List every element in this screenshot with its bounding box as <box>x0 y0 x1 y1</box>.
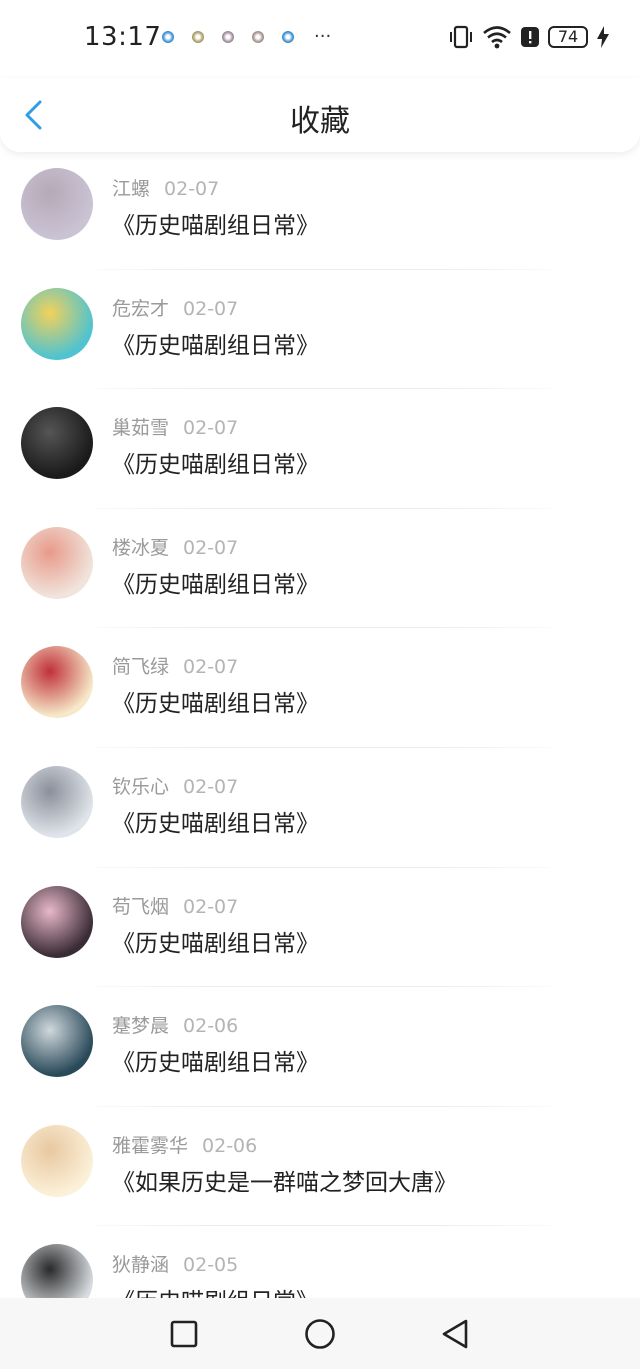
avatar[interactable] <box>21 287 93 360</box>
avatar[interactable] <box>21 885 93 958</box>
book-title[interactable]: 《历史喵剧组日常》 <box>112 445 319 479</box>
user-name: 雅霍雾华 <box>112 1134 189 1157</box>
list-item[interactable]: 蹇梦晨 02-06 《历史喵剧组日常》 <box>0 987 640 1107</box>
page-header: 收藏 <box>0 78 640 152</box>
list-item[interactable]: 狄静涵 02-05 《历史喵剧组日常》 <box>0 1226 640 1298</box>
list-item[interactable]: 钦乐心 02-07 《历史喵剧组日常》 <box>0 748 640 868</box>
item-meta: 简飞绿 02-07 <box>112 652 238 679</box>
avatar[interactable] <box>21 1124 93 1197</box>
list-item[interactable]: 巢茹雪 02-07 《历史喵剧组日常》 <box>0 389 640 509</box>
item-date: 02-07 <box>183 656 239 679</box>
avatar[interactable] <box>21 646 93 719</box>
favorites-list: 江螺 02-07 《历史喵剧组日常》 危宏才 02-07 《历史喵剧组日常》 巢茹雪 02-0… <box>0 150 640 1298</box>
item-date: 02-06 <box>183 1015 239 1038</box>
battery-icon: 74 <box>548 26 588 48</box>
avatar[interactable] <box>21 407 93 480</box>
page-title: 收藏 <box>290 104 350 139</box>
item-meta: 巢茹雪 02-07 <box>112 413 238 440</box>
item-date: 02-07 <box>183 775 239 798</box>
system-icons: 74 <box>448 24 610 50</box>
item-meta: 蹇梦晨 02-06 <box>112 1011 238 1038</box>
item-date: 02-05 <box>183 1254 239 1277</box>
charging-icon <box>597 26 609 48</box>
app-notification-icon-1 <box>162 31 174 43</box>
user-name: 狄静涵 <box>112 1254 170 1277</box>
item-date: 02-06 <box>202 1134 258 1157</box>
book-title[interactable]: 《历史喵剧组日常》 <box>112 1282 319 1298</box>
list-item[interactable]: 楼冰夏 02-07 《历史喵剧组日常》 <box>0 509 640 629</box>
book-title[interactable]: 《历史喵剧组日常》 <box>112 684 319 718</box>
book-title[interactable]: 《历史喵剧组日常》 <box>112 1043 319 1077</box>
item-meta: 钦乐心 02-07 <box>112 772 238 799</box>
item-meta: 江螺 02-07 <box>112 174 219 201</box>
list-item[interactable]: 危宏才 02-07 《历史喵剧组日常》 <box>0 270 640 390</box>
notification-icons: ··· <box>162 26 332 47</box>
user-name: 钦乐心 <box>112 775 170 798</box>
wifi-icon <box>483 26 511 49</box>
avatar[interactable] <box>21 168 93 240</box>
item-date: 02-07 <box>183 536 239 559</box>
alert-icon <box>521 27 539 47</box>
status-bar: 13:17 ··· 74 <box>0 0 640 78</box>
avatar[interactable] <box>21 1244 93 1298</box>
book-title[interactable]: 《历史喵剧组日常》 <box>112 326 319 360</box>
book-title[interactable]: 《历史喵剧组日常》 <box>112 206 319 240</box>
user-name: 楼冰夏 <box>112 536 170 559</box>
avatar[interactable] <box>21 765 93 838</box>
book-title[interactable]: 《历史喵剧组日常》 <box>112 924 319 958</box>
item-meta: 楼冰夏 02-07 <box>112 533 238 560</box>
list-item[interactable]: 雅霍雾华 02-06 《如果历史是一群喵之梦回大唐》 <box>0 1107 640 1227</box>
avatar[interactable] <box>21 526 93 599</box>
item-meta: 雅霍雾华 02-06 <box>112 1131 257 1158</box>
book-title[interactable]: 《历史喵剧组日常》 <box>112 804 319 838</box>
vibrate-icon <box>450 25 472 49</box>
status-time: 13:17 <box>84 22 162 52</box>
list-item[interactable]: 苟飞烟 02-07 《历史喵剧组日常》 <box>0 868 640 988</box>
app-notification-icon-5 <box>282 31 294 43</box>
app-notification-icon-4 <box>252 31 264 43</box>
back-triangle-icon[interactable] <box>438 1316 474 1352</box>
item-meta: 苟飞烟 02-07 <box>112 892 238 919</box>
item-date: 02-07 <box>183 895 239 918</box>
system-nav-bar <box>0 1298 640 1369</box>
app-notification-icon-2 <box>192 31 204 43</box>
item-meta: 危宏才 02-07 <box>112 294 238 321</box>
item-meta: 狄静涵 02-05 <box>112 1250 238 1277</box>
recent-apps-square-icon[interactable] <box>166 1316 202 1352</box>
item-date: 02-07 <box>183 417 239 440</box>
avatar[interactable] <box>21 1005 93 1078</box>
app-notification-icon-3 <box>222 31 234 43</box>
user-name: 蹇梦晨 <box>112 1015 170 1038</box>
list-item[interactable]: 简飞绿 02-07 《历史喵剧组日常》 <box>0 628 640 748</box>
user-name: 巢茹雪 <box>112 417 170 440</box>
item-date: 02-07 <box>183 297 239 320</box>
user-name: 江螺 <box>112 178 151 200</box>
user-name: 危宏才 <box>112 297 170 320</box>
home-circle-icon[interactable] <box>302 1316 338 1352</box>
user-name: 苟飞烟 <box>112 895 170 918</box>
item-date: 02-07 <box>164 178 220 200</box>
more-notifications-icon: ··· <box>314 26 332 47</box>
user-name: 简飞绿 <box>112 656 170 679</box>
book-title[interactable]: 《如果历史是一群喵之梦回大唐》 <box>112 1163 457 1197</box>
book-title[interactable]: 《历史喵剧组日常》 <box>112 565 319 599</box>
list-item[interactable]: 江螺 02-07 《历史喵剧组日常》 <box>0 150 640 270</box>
battery-level: 74 <box>557 27 579 46</box>
